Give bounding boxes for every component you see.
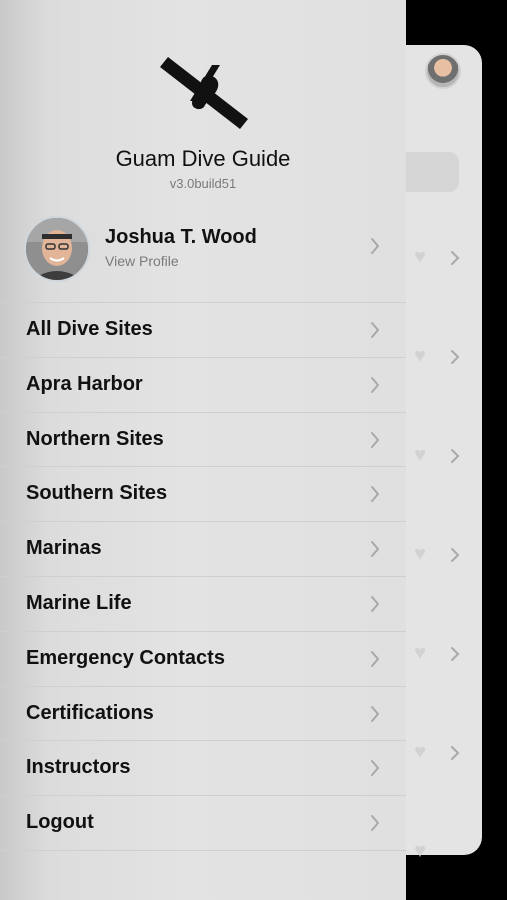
profile-name: Joshua T. Wood <box>105 226 257 248</box>
chevron-right-icon <box>370 814 380 832</box>
app-title: Guam Dive Guide <box>115 146 291 171</box>
heart-icon[interactable]: ♥ <box>408 642 432 664</box>
chevron-right-icon <box>370 321 380 339</box>
heart-icon[interactable]: ♥ <box>408 444 432 466</box>
menu-item-marinas[interactable]: Marinas <box>0 521 406 576</box>
menu-item-instructors[interactable]: Instructors <box>0 740 406 795</box>
menu-item-label: Logout <box>26 811 94 834</box>
chevron-right-icon <box>450 349 462 369</box>
heart-icon[interactable]: ♥ <box>408 741 432 763</box>
chevron-right-icon <box>370 376 380 394</box>
menu-item-emergency-contacts[interactable]: Emergency Contacts <box>0 630 406 686</box>
menu-item-logout[interactable]: Logout <box>0 795 406 851</box>
chevron-right-icon <box>450 745 462 765</box>
chevron-right-icon <box>450 448 462 468</box>
chevron-right-icon <box>450 646 462 666</box>
menu-item-label: Marine Life <box>26 591 132 614</box>
view-profile-link[interactable]: View Profile <box>105 253 179 269</box>
menu-item-label: Emergency Contacts <box>26 646 225 669</box>
chevron-right-icon <box>370 759 380 777</box>
drawer-menu: All Dive Sites Apra Harbor Northern Site… <box>0 302 406 851</box>
menu-item-label: Southern Sites <box>26 482 168 505</box>
chevron-right-icon <box>450 547 462 567</box>
heart-icon[interactable]: ♥ <box>408 246 432 268</box>
chevron-right-icon <box>370 650 380 668</box>
heart-icon[interactable]: ♥ <box>408 543 432 565</box>
avatar <box>24 216 90 282</box>
heart-icon[interactable]: ♥ <box>408 840 432 862</box>
menu-item-label: All Dive Sites <box>26 318 153 340</box>
profile-row[interactable]: Joshua T. Wood View Profile <box>0 206 406 302</box>
background-avatar[interactable] <box>425 53 461 89</box>
menu-item-label: Marinas <box>26 537 102 560</box>
menu-item-label: Northern Sites <box>26 427 164 450</box>
app-version: v3.0build51 <box>169 176 237 191</box>
chevron-right-icon <box>370 237 380 255</box>
menu-item-label: Apra Harbor <box>26 372 143 395</box>
guam-satellite-logo <box>160 57 248 129</box>
chevron-right-icon <box>370 540 380 558</box>
menu-item-all-dive-sites[interactable]: All Dive Sites <box>0 302 406 357</box>
heart-icon[interactable]: ♥ <box>408 345 432 367</box>
chevron-right-icon <box>370 595 380 613</box>
menu-item-northern-sites[interactable]: Northern Sites <box>0 411 406 467</box>
menu-item-marine-life[interactable]: Marine Life <box>0 575 406 631</box>
chevron-right-icon <box>370 431 380 449</box>
menu-item-certifications[interactable]: Certifications <box>0 685 406 741</box>
menu-item-southern-sites[interactable]: Southern Sites <box>0 466 406 521</box>
menu-item-apra-harbor[interactable]: Apra Harbor <box>0 356 406 412</box>
menu-item-label: Instructors <box>26 756 131 779</box>
menu-item-label: Certifications <box>26 701 154 724</box>
chevron-right-icon <box>450 250 462 270</box>
chevron-right-icon <box>370 485 380 503</box>
chevron-right-icon <box>370 705 380 723</box>
side-drawer: Guam Dive Guide v3.0build51 Joshua T. Wo… <box>0 0 406 900</box>
